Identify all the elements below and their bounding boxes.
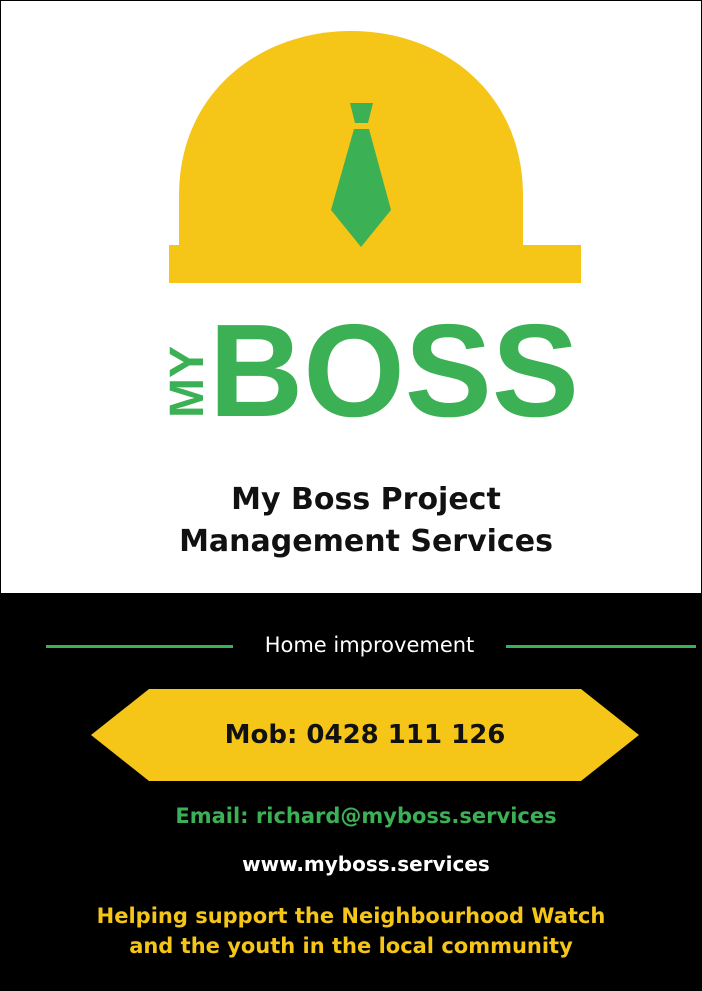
logo-boss-text: BOSS bbox=[209, 297, 579, 444]
website-link[interactable]: www.myboss.services bbox=[1, 849, 701, 879]
logo-my-text: MY bbox=[161, 346, 214, 418]
tagline: Helping support the Neighbourhood Watch … bbox=[1, 901, 701, 961]
divider-right bbox=[506, 645, 696, 648]
company-name-line1: My Boss Project bbox=[231, 482, 501, 517]
divider-left bbox=[46, 645, 233, 648]
tagline-line1: Helping support the Neighbourhood Watch bbox=[96, 904, 606, 928]
logo: MY BOSS bbox=[161, 31, 581, 444]
hard-hat-with-tie-icon bbox=[169, 31, 581, 283]
email-link[interactable]: Email: richard@myboss.services bbox=[1, 801, 701, 831]
myboss-wordmark: MY BOSS bbox=[161, 297, 579, 444]
company-name: My Boss Project Management Services bbox=[1, 479, 701, 563]
business-card: MY BOSS My Boss Project Management Servi… bbox=[0, 0, 702, 991]
subtitle: Home improvement bbox=[264, 633, 475, 657]
logo-section: MY BOSS My Boss Project Management Servi… bbox=[1, 1, 701, 593]
mobile-number[interactable]: Mob: 0428 111 126 bbox=[91, 717, 639, 753]
company-name-line2: Management Services bbox=[179, 524, 553, 559]
tagline-line2: and the youth in the local community bbox=[129, 934, 573, 958]
